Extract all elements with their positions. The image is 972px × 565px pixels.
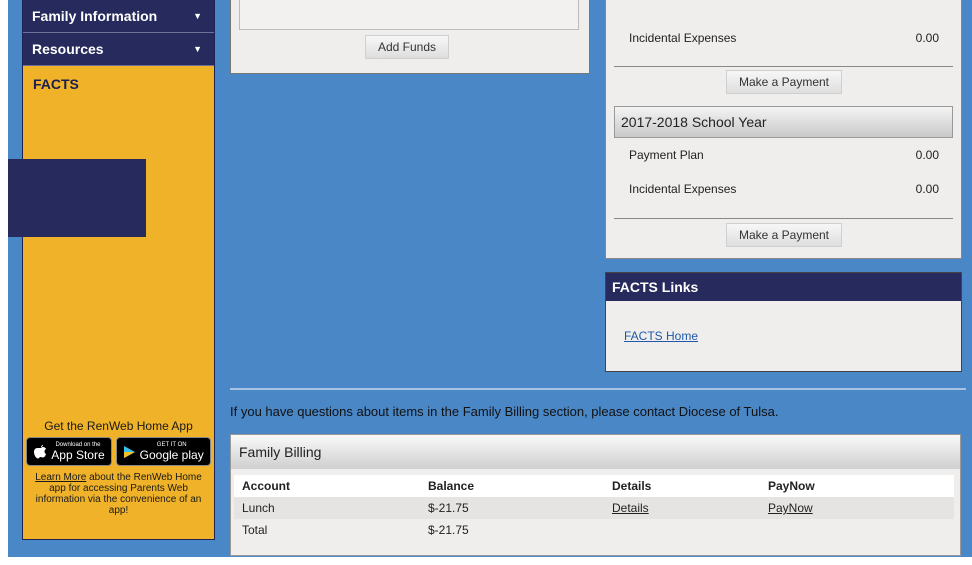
learn-more-link[interactable]: Learn More — [35, 472, 86, 483]
column-header: Details — [604, 475, 760, 497]
sidebar-item-label: Family Information — [32, 8, 158, 24]
sidebar-item-resources[interactable]: Resources ▼ — [23, 33, 214, 66]
payments-panel: Incidental Expenses 0.00 Make a Payment … — [605, 0, 962, 259]
caret-down-icon: ▼ — [193, 44, 202, 54]
table-row: Total $-21.75 — [234, 519, 954, 541]
caret-down-icon: ▼ — [193, 11, 202, 21]
sidebar-item-family-information[interactable]: Family Information ▼ — [23, 0, 214, 33]
billing-table: Account Balance Details PayNow Lunch $-2… — [234, 475, 954, 541]
balance-cell: $-21.75 — [428, 523, 469, 537]
divider — [614, 66, 953, 67]
school-year-header: 2017-2018 School Year — [614, 106, 953, 138]
app-promo: Get the RenWeb Home App Download on the A… — [22, 419, 215, 516]
row-label: Payment Plan — [629, 148, 704, 162]
table-row: Lunch $-21.75 Details PayNow — [234, 497, 954, 519]
facts-home-link[interactable]: FACTS Home — [624, 329, 698, 343]
facts-links-panel: FACTS Links FACTS Home — [605, 272, 962, 372]
sidebar-item-label: Resources — [32, 41, 104, 57]
divider — [614, 218, 953, 219]
balance-cell: $-21.75 — [420, 497, 604, 519]
billing-notice: If you have questions about items in the… — [230, 404, 779, 419]
row-label: Incidental Expenses — [629, 31, 737, 45]
section-divider — [230, 388, 966, 390]
make-payment-button[interactable]: Make a Payment — [726, 223, 842, 247]
google-play-label: Google play — [139, 447, 204, 462]
row-value: 0.00 — [915, 182, 939, 196]
row-value: 0.00 — [915, 31, 939, 45]
make-payment-button[interactable]: Make a Payment — [726, 70, 842, 94]
google-play-badge[interactable]: GET IT ON Google play — [115, 437, 211, 466]
sidebar-image-placeholder — [8, 159, 146, 237]
column-header: Account — [234, 475, 420, 497]
facts-links-title: FACTS Links — [606, 273, 961, 301]
family-billing-panel: Family Billing Account Balance Details P… — [230, 434, 961, 556]
sidebar-section-facts[interactable]: FACTS — [23, 66, 214, 92]
apple-icon — [34, 444, 47, 458]
row-label: Incidental Expenses — [629, 182, 737, 196]
family-billing-title: Family Billing — [231, 435, 960, 469]
account-cell: Total — [242, 523, 268, 537]
column-header: PayNow — [760, 475, 954, 497]
column-header: Balance — [420, 475, 604, 497]
app-store-label: App Store — [51, 447, 105, 462]
app-promo-description: Learn More about the RenWeb Home app for… — [22, 472, 215, 516]
account-cell: Lunch — [234, 497, 420, 519]
play-icon — [123, 445, 135, 458]
details-link[interactable]: Details — [612, 501, 649, 515]
add-funds-button[interactable]: Add Funds — [365, 35, 449, 59]
app-promo-title: Get the RenWeb Home App — [44, 419, 193, 433]
row-value: 0.00 — [915, 148, 939, 162]
paynow-link[interactable]: PayNow — [768, 501, 813, 515]
app-store-badge[interactable]: Download on the App Store — [26, 437, 112, 466]
funds-list — [239, 0, 579, 30]
funds-panel: Add Funds — [230, 0, 590, 74]
